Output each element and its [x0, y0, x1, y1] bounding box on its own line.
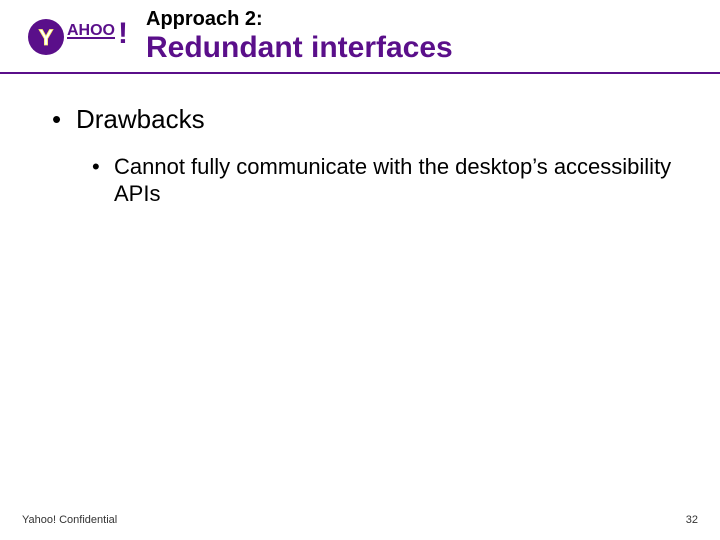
slide-title: Redundant interfaces — [146, 31, 453, 66]
title-block: Approach 2: Redundant interfaces — [146, 8, 453, 66]
yahoo-logo-icon: Y Y AHOO ! — [22, 9, 132, 65]
slide-body: Drawbacks Cannot fully communicate with … — [0, 74, 720, 208]
svg-text:Y: Y — [38, 25, 53, 50]
svg-text:AHOO: AHOO — [67, 22, 115, 39]
slide-header: Y Y AHOO ! Approach 2: Redundant interfa… — [0, 0, 720, 74]
bullet-text: Drawbacks — [76, 104, 205, 134]
bullet-level1: Drawbacks Cannot fully communicate with … — [48, 104, 672, 208]
footer-left: Yahoo! Confidential — [22, 514, 117, 526]
slide-kicker: Approach 2: — [146, 8, 453, 31]
bullet-level2: Cannot fully communicate with the deskto… — [92, 153, 672, 208]
slide-footer: Yahoo! Confidential 32 — [0, 514, 720, 526]
svg-text:!: ! — [118, 17, 128, 50]
slide: Y Y AHOO ! Approach 2: Redundant interfa… — [0, 0, 720, 540]
page-number: 32 — [686, 514, 698, 526]
bullet-text: Cannot fully communicate with the deskto… — [114, 154, 671, 207]
